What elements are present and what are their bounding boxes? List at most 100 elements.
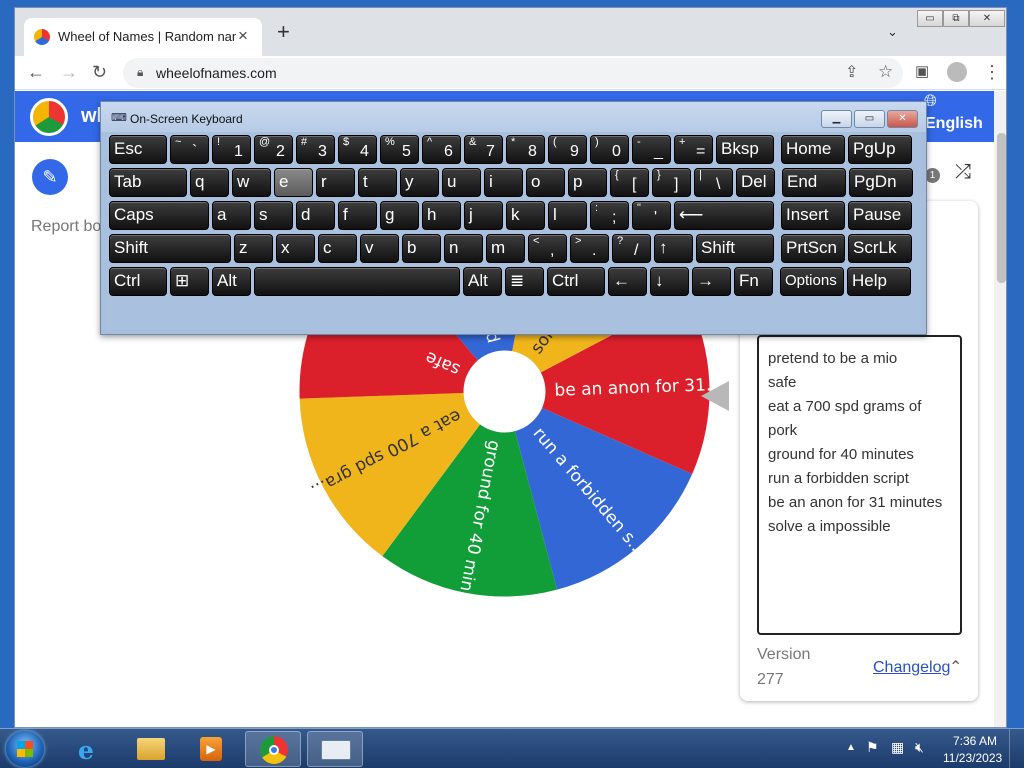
- key-0-0[interactable]: Esc: [109, 135, 167, 164]
- network-icon[interactable]: ▦: [891, 739, 904, 756]
- new-tab-button[interactable]: +: [277, 21, 290, 43]
- share-icon[interactable]: ⇪: [845, 62, 858, 82]
- key-2-6[interactable]: h: [422, 201, 461, 230]
- key-1-16[interactable]: PgDn: [849, 168, 913, 197]
- clock-time[interactable]: 7:36 AM: [953, 734, 997, 748]
- key-4-7[interactable]: ←: [608, 267, 647, 296]
- key-3-12[interactable]: Shift: [696, 234, 774, 263]
- key-3-7[interactable]: m: [486, 234, 525, 263]
- key-1-15[interactable]: End: [782, 168, 846, 197]
- profile-avatar[interactable]: [947, 62, 967, 82]
- key-3-3[interactable]: c: [318, 234, 357, 263]
- clock-date[interactable]: 11/23/2023: [943, 751, 1002, 765]
- key-1-13[interactable]: | \: [694, 168, 733, 197]
- key-2-1[interactable]: a: [212, 201, 251, 230]
- key-1-4[interactable]: r: [316, 168, 355, 197]
- entries-textarea[interactable]: pretend to be a mio safe eat a 700 spd g…: [757, 335, 962, 635]
- language-selector[interactable]: English: [925, 115, 983, 133]
- url-text[interactable]: wheelofnames.com: [156, 65, 277, 81]
- volume-muted-icon[interactable]: 🔇︎: [915, 739, 924, 756]
- key-4-0[interactable]: Ctrl: [109, 267, 167, 296]
- key-0-6[interactable]: % 5: [380, 135, 419, 164]
- changelog-link[interactable]: Changelog: [873, 659, 950, 677]
- key-0-8[interactable]: & 7: [464, 135, 503, 164]
- browser-tab[interactable]: Wheel of Names | Random name ×: [24, 18, 262, 56]
- taskbar-media-player[interactable]: ▶: [183, 731, 239, 767]
- key-2-5[interactable]: g: [380, 201, 419, 230]
- key-1-8[interactable]: i: [484, 168, 523, 197]
- key-3-13[interactable]: PrtScn: [781, 234, 845, 263]
- taskbar-chrome[interactable]: [245, 731, 301, 767]
- osk-close-button[interactable]: ✕: [887, 110, 918, 128]
- taskbar-explorer[interactable]: [123, 731, 179, 767]
- key-0-15[interactable]: Home: [781, 135, 845, 164]
- key-0-9[interactable]: * 8: [506, 135, 545, 164]
- chevron-up-icon[interactable]: ⌃: [949, 657, 962, 677]
- key-3-0[interactable]: Shift: [109, 234, 231, 263]
- key-4-8[interactable]: ↓: [650, 267, 689, 296]
- address-bar[interactable]: 🔒︎ wheelofnames.com ⇪ ☆: [123, 58, 903, 88]
- forward-icon[interactable]: →: [60, 62, 78, 82]
- key-1-9[interactable]: o: [526, 168, 565, 197]
- key-0-1[interactable]: ~ `: [170, 135, 209, 164]
- key-1-12[interactable]: }]: [652, 168, 691, 197]
- key-2-7[interactable]: j: [464, 201, 503, 230]
- key-1-5[interactable]: t: [358, 168, 397, 197]
- report-text[interactable]: Report bo: [31, 218, 101, 236]
- taskbar-osk[interactable]: [307, 731, 363, 767]
- key-0-16[interactable]: PgUp: [848, 135, 912, 164]
- scrollbar-thumb[interactable]: [997, 133, 1006, 283]
- key-2-2[interactable]: s: [254, 201, 293, 230]
- tab-close-icon[interactable]: ×: [238, 26, 248, 46]
- key-0-5[interactable]: $4: [338, 135, 377, 164]
- key-2-8[interactable]: k: [506, 201, 545, 230]
- key-4-12[interactable]: Help: [847, 267, 911, 296]
- osk-minimize-button[interactable]: ▁: [821, 110, 852, 128]
- key-0-4[interactable]: #3: [296, 135, 335, 164]
- bookmark-star-icon[interactable]: ☆: [878, 62, 893, 82]
- key-4-9[interactable]: →: [692, 267, 731, 296]
- key-4-11[interactable]: Options: [780, 267, 844, 296]
- key-1-6[interactable]: y: [400, 168, 439, 197]
- key-3-9[interactable]: >.: [570, 234, 609, 263]
- key-3-5[interactable]: b: [402, 234, 441, 263]
- key-0-13[interactable]: + =: [674, 135, 713, 164]
- key-1-3[interactable]: e: [274, 168, 313, 197]
- key-4-2[interactable]: Alt: [212, 267, 251, 296]
- restore-button[interactable]: ⧉: [943, 10, 969, 27]
- key-4-3[interactable]: [254, 267, 460, 296]
- key-3-1[interactable]: z: [234, 234, 273, 263]
- minimize-button[interactable]: ▭: [917, 10, 943, 27]
- menu-kebab-icon[interactable]: ⋮: [983, 62, 1001, 82]
- key-1-7[interactable]: u: [442, 168, 481, 197]
- key-2-14[interactable]: Pause: [848, 201, 912, 230]
- key-3-2[interactable]: x: [276, 234, 315, 263]
- site-logo[interactable]: [30, 98, 68, 136]
- action-center-icon[interactable]: ⚑: [866, 739, 879, 756]
- lock-icon[interactable]: 🔒︎: [137, 65, 143, 80]
- key-4-4[interactable]: Alt: [463, 267, 502, 296]
- key-1-0[interactable]: Tab: [109, 168, 187, 197]
- key-2-11[interactable]: " ': [632, 201, 671, 230]
- key-1-1[interactable]: q: [190, 168, 229, 197]
- key-3-6[interactable]: n: [444, 234, 483, 263]
- back-icon[interactable]: ←: [27, 62, 45, 82]
- key-0-3[interactable]: @2: [254, 135, 293, 164]
- key-4-10[interactable]: Fn: [734, 267, 773, 296]
- key-1-11[interactable]: {[: [610, 168, 649, 197]
- osk-titlebar[interactable]: ⌨ On-Screen Keyboard ▁ ▭ ✕: [101, 102, 926, 132]
- shuffle-icon[interactable]: ⤮: [955, 161, 971, 184]
- key-1-2[interactable]: w: [232, 168, 271, 197]
- key-4-5[interactable]: ≣: [505, 267, 544, 296]
- tab-search-icon[interactable]: ⌄: [887, 24, 898, 40]
- key-2-9[interactable]: l: [548, 201, 587, 230]
- key-0-12[interactable]: - _: [632, 135, 671, 164]
- key-2-0[interactable]: Caps: [109, 201, 209, 230]
- key-3-10[interactable]: ? /: [612, 234, 651, 263]
- start-button[interactable]: [6, 731, 44, 767]
- key-1-14[interactable]: Del: [736, 168, 775, 197]
- key-3-11[interactable]: ↑: [654, 234, 693, 263]
- tray-overflow-icon[interactable]: ▲: [846, 742, 856, 753]
- key-0-7[interactable]: ^ 6: [422, 135, 461, 164]
- key-2-4[interactable]: f: [338, 201, 377, 230]
